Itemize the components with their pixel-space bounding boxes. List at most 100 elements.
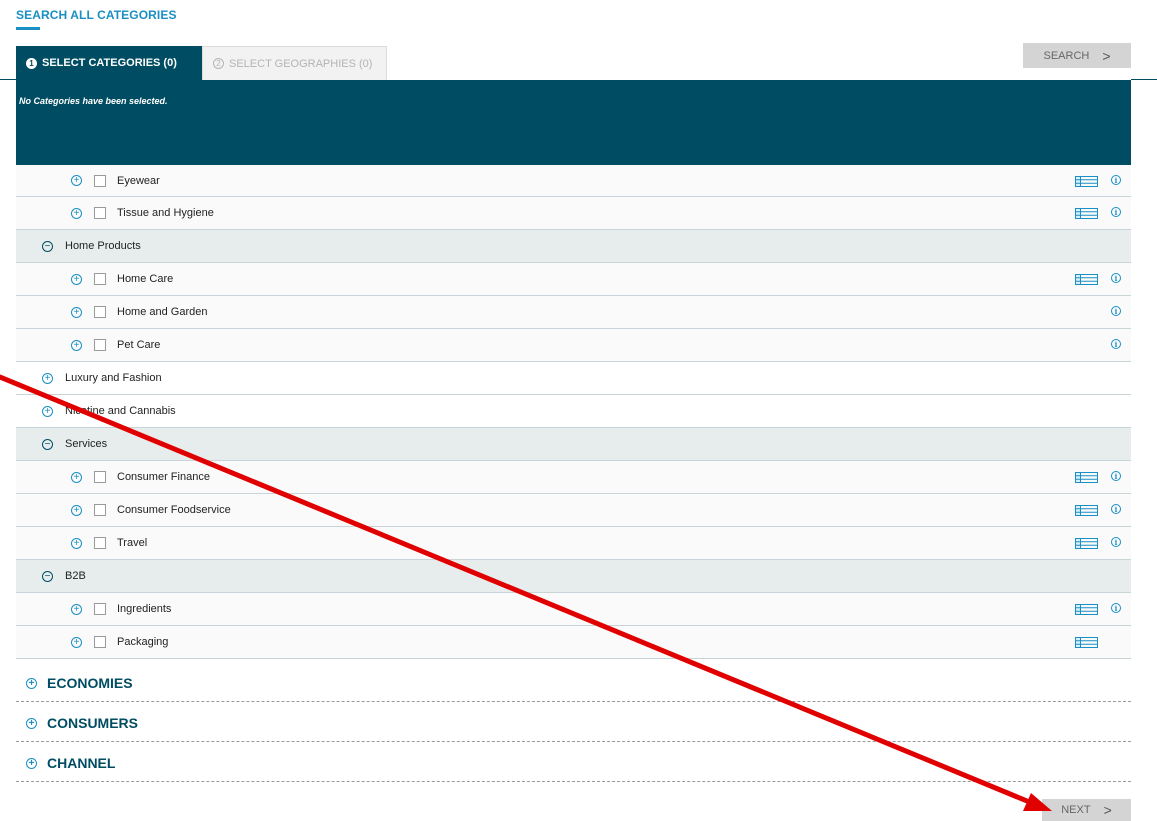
category-row[interactable]: + Ingredients i: [16, 593, 1131, 626]
category-section-row[interactable]: − B2B: [16, 560, 1131, 593]
accordion-label: CHANNEL: [47, 755, 116, 771]
search-button-label: SEARCH: [1043, 49, 1090, 62]
category-checkbox[interactable]: [94, 207, 106, 219]
next-button-label: NEXT: [1061, 804, 1091, 816]
tab-select-geographies[interactable]: 2 SELECT GEOGRAPHIES (0): [202, 46, 387, 80]
divider-right: [1131, 79, 1157, 80]
plus-circle-icon[interactable]: +: [26, 717, 37, 729]
category-row[interactable]: + Consumer Finance i: [16, 461, 1131, 494]
tab-label: SELECT GEOGRAPHIES (0): [229, 57, 373, 70]
table-icon[interactable]: [1075, 637, 1098, 648]
table-icon[interactable]: [1075, 604, 1098, 615]
chevron-right-icon: >: [1103, 802, 1112, 818]
plus-circle-icon[interactable]: +: [71, 207, 82, 219]
category-checkbox[interactable]: [94, 306, 106, 318]
category-label: Home and Garden: [117, 306, 208, 318]
category-label: Consumer Finance: [117, 471, 210, 483]
category-row[interactable]: + Tissue and Hygiene i: [16, 197, 1131, 230]
category-section-row[interactable]: − Services: [16, 428, 1131, 461]
category-checkbox[interactable]: [94, 273, 106, 285]
accordion-channel[interactable]: + CHANNEL: [16, 745, 1131, 782]
accordion-label: ECONOMIES: [47, 675, 133, 691]
table-icon[interactable]: [1075, 208, 1098, 219]
plus-circle-icon[interactable]: +: [71, 636, 82, 648]
info-icon[interactable]: i: [1111, 273, 1121, 283]
table-icon[interactable]: [1075, 274, 1098, 285]
chevron-right-icon: >: [1102, 47, 1111, 64]
category-tree: + Eyewear i + Tissue and Hygiene i − Hom…: [16, 165, 1131, 659]
category-label: Packaging: [117, 636, 169, 648]
divider-left: [0, 79, 16, 80]
category-checkbox[interactable]: [94, 537, 106, 549]
category-checkbox[interactable]: [94, 636, 106, 648]
category-checkbox[interactable]: [94, 603, 106, 615]
selection-empty-message: No Categories have been selected.: [19, 96, 168, 106]
selection-panel: [16, 80, 1131, 172]
category-label: Consumer Foodservice: [117, 504, 231, 516]
category-label: Luxury and Fashion: [65, 372, 162, 384]
accordion-consumers[interactable]: + CONSUMERS: [16, 705, 1131, 742]
info-icon[interactable]: i: [1111, 603, 1121, 613]
accordion-label: CONSUMERS: [47, 715, 139, 731]
plus-circle-icon[interactable]: +: [26, 757, 37, 769]
step-1-icon: 1: [26, 57, 37, 69]
info-icon[interactable]: i: [1111, 175, 1121, 185]
category-label: Tissue and Hygiene: [117, 207, 214, 219]
category-row[interactable]: + Consumer Foodservice i: [16, 494, 1131, 527]
info-icon[interactable]: i: [1111, 471, 1121, 481]
plus-circle-icon[interactable]: +: [42, 372, 53, 384]
plus-circle-icon[interactable]: +: [71, 537, 82, 549]
info-icon[interactable]: i: [1111, 207, 1121, 217]
step-2-icon: 2: [213, 58, 224, 69]
category-label: Pet Care: [117, 339, 161, 351]
category-row[interactable]: + Home and Garden i: [16, 296, 1131, 329]
accordion-economies[interactable]: + ECONOMIES: [16, 665, 1131, 702]
category-label: Travel: [117, 537, 148, 549]
category-row[interactable]: + Home Care i: [16, 263, 1131, 296]
category-row[interactable]: + Eyewear i: [16, 165, 1131, 197]
category-section-row[interactable]: − Home Products: [16, 230, 1131, 263]
category-row[interactable]: + Pet Care i: [16, 329, 1131, 362]
table-icon[interactable]: [1075, 538, 1098, 549]
category-label: Home Products: [65, 240, 141, 252]
category-checkbox[interactable]: [94, 174, 106, 187]
category-checkbox[interactable]: [94, 504, 106, 516]
tab-label: SELECT CATEGORIES (0): [42, 57, 177, 69]
info-icon[interactable]: i: [1111, 504, 1121, 514]
category-label: Services: [65, 438, 108, 450]
page-title: SEARCH ALL CATEGORIES: [16, 8, 177, 22]
minus-circle-icon[interactable]: −: [42, 570, 53, 582]
plus-circle-icon[interactable]: +: [26, 677, 37, 689]
plus-circle-icon[interactable]: +: [71, 504, 82, 516]
plus-circle-icon[interactable]: +: [42, 405, 53, 417]
minus-circle-icon[interactable]: −: [42, 240, 53, 252]
table-icon[interactable]: [1075, 176, 1098, 187]
table-icon[interactable]: [1075, 505, 1098, 516]
category-label: Eyewear: [117, 174, 160, 187]
category-label: Home Care: [117, 273, 174, 285]
info-icon[interactable]: i: [1111, 537, 1121, 547]
title-underline: [16, 27, 40, 30]
plus-circle-icon[interactable]: +: [71, 471, 82, 483]
search-button[interactable]: SEARCH >: [1023, 43, 1131, 68]
category-label: Nicotine and Cannabis: [65, 405, 176, 417]
info-icon[interactable]: i: [1111, 339, 1121, 349]
plus-circle-icon[interactable]: +: [71, 339, 82, 351]
plus-circle-icon[interactable]: +: [71, 603, 82, 615]
category-section-row[interactable]: + Nicotine and Cannabis: [16, 395, 1131, 428]
plus-circle-icon[interactable]: +: [71, 306, 82, 318]
table-icon[interactable]: [1075, 472, 1098, 483]
tab-select-categories[interactable]: 1 SELECT CATEGORIES (0): [16, 46, 202, 80]
plus-circle-icon[interactable]: +: [71, 175, 82, 186]
category-checkbox[interactable]: [94, 471, 106, 483]
category-label: Ingredients: [117, 603, 172, 615]
plus-circle-icon[interactable]: +: [71, 273, 82, 285]
category-label: B2B: [65, 570, 86, 582]
category-checkbox[interactable]: [94, 339, 106, 351]
next-button[interactable]: NEXT >: [1042, 799, 1131, 821]
info-icon[interactable]: i: [1111, 306, 1121, 316]
category-row[interactable]: + Packaging: [16, 626, 1131, 659]
category-section-row[interactable]: + Luxury and Fashion: [16, 362, 1131, 395]
minus-circle-icon[interactable]: −: [42, 438, 53, 450]
category-row[interactable]: + Travel i: [16, 527, 1131, 560]
